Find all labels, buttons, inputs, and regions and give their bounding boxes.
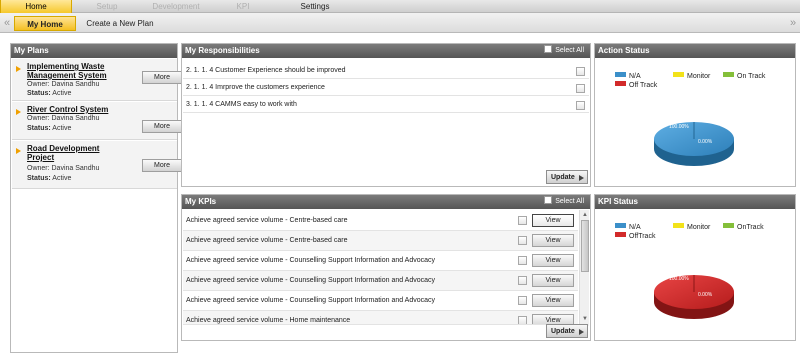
update-kpis-button[interactable]: Update <box>546 324 588 338</box>
more-button[interactable]: More <box>142 120 182 133</box>
select-all-checkbox[interactable] <box>544 45 553 53</box>
kpi-scrollbar[interactable]: ▲ ▼ <box>579 210 589 326</box>
kpi-text: Achieve agreed service volume - Centre-b… <box>186 217 348 224</box>
kpi-text: Achieve agreed service volume - Home mai… <box>186 317 351 324</box>
update-label: Update <box>551 328 575 335</box>
kpis-title: My KPIs Select All <box>182 195 590 209</box>
responsibility-checkbox[interactable] <box>576 101 585 110</box>
kpi-status-pie-chart: 100.00% 0.00% <box>654 275 734 319</box>
responsibility-row: 2. 1. 1. 4 Imrprove the customers experi… <box>183 80 589 96</box>
scroll-left-icon[interactable]: « <box>1 13 13 33</box>
kpi-row: Achieve agreed service volume - Home mai… <box>183 311 578 325</box>
pie-label-off-track: 100.00% <box>669 276 689 282</box>
view-button[interactable]: View <box>532 254 574 267</box>
plan-title-link[interactable]: River Control System <box>27 105 127 114</box>
update-responsibilities-button[interactable]: Update <box>546 170 588 184</box>
kpi-text: Achieve agreed service volume - Counsell… <box>186 297 436 304</box>
view-button[interactable]: View <box>532 274 574 287</box>
kpi-row: Achieve agreed service volume - Counsell… <box>183 251 578 271</box>
plan-owner: Owner: Davina Sandhu <box>27 115 100 122</box>
responsibilities-title: My Responsibilities Select All <box>182 44 590 58</box>
bullet-icon <box>16 148 21 154</box>
plan-item: Implementing Waste Management System Own… <box>12 59 182 101</box>
kpis-title-text: My KPIs <box>185 197 217 206</box>
top-navigation: Home Setup Development KPI Settings <box>0 0 800 13</box>
responsibility-row: 3. 1. 1. 4 CAMMS easy to work with <box>183 97 589 113</box>
plan-status: Status: Active <box>27 125 72 132</box>
plan-status: Status: Active <box>27 175 72 182</box>
select-all-checkbox[interactable] <box>544 196 553 204</box>
tab-setup[interactable]: Setup <box>84 0 130 13</box>
plan-owner: Owner: Davina Sandhu <box>27 81 100 88</box>
plan-item: Road Development Project Owner: Davina S… <box>12 141 182 189</box>
kpi-checkbox[interactable] <box>518 296 527 305</box>
kpi-row: Achieve agreed service volume - Centre-b… <box>183 211 578 231</box>
select-all-toggle[interactable]: Select All <box>544 44 584 58</box>
bullet-icon <box>16 109 21 115</box>
tab-settings[interactable]: Settings <box>292 0 338 13</box>
responsibilities-title-text: My Responsibilities <box>185 46 260 55</box>
view-button[interactable]: View <box>532 214 574 227</box>
view-button[interactable]: View <box>532 294 574 307</box>
kpi-status-title: KPI Status <box>595 195 795 209</box>
pie-label-off-track: 0.00% <box>698 139 713 145</box>
select-all-toggle[interactable]: Select All <box>544 195 584 209</box>
kpi-row: Achieve agreed service volume - Counsell… <box>183 271 578 291</box>
kpi-text: Achieve agreed service volume - Counsell… <box>186 257 436 264</box>
plan-owner: Owner: Davina Sandhu <box>27 165 100 172</box>
plan-status: Status: Active <box>27 90 72 97</box>
scroll-up-icon[interactable]: ▲ <box>581 211 589 219</box>
responsibility-checkbox[interactable] <box>576 67 585 76</box>
more-button[interactable]: More <box>142 159 182 172</box>
sub-navigation: « My Home Create a New Plan » <box>0 13 800 33</box>
plan-item: River Control System Owner: Davina Sandh… <box>12 102 182 140</box>
scrollbar-thumb[interactable] <box>581 220 589 272</box>
pie-label-na: 0.00% <box>698 292 713 298</box>
my-plans-panel: My Plans Implementing Waste Management S… <box>10 43 182 353</box>
pie-label-na: 100.00% <box>669 124 689 130</box>
responsibility-row: 2. 1. 1. 4 Customer Experience should be… <box>183 63 589 79</box>
view-button[interactable]: View <box>532 234 574 247</box>
tab-kpi[interactable]: KPI <box>228 0 258 13</box>
kpi-checkbox[interactable] <box>518 316 527 324</box>
scroll-down-icon[interactable]: ▼ <box>581 315 589 323</box>
action-status-panel: Action Status N/A Monitor On Track Off T… <box>594 43 796 187</box>
plan-title-link[interactable]: Implementing Waste Management System <box>27 62 127 80</box>
kpi-status-panel: KPI Status N/A Monitor OnTrack OffTrack … <box>594 194 796 341</box>
subtab-my-home[interactable]: My Home <box>14 16 76 31</box>
kpi-checkbox[interactable] <box>518 216 527 225</box>
play-arrow-icon <box>579 175 584 181</box>
kpi-text: Achieve agreed service volume - Counsell… <box>186 277 436 284</box>
kpi-checkbox[interactable] <box>518 236 527 245</box>
more-button[interactable]: More <box>142 71 182 84</box>
responsibility-checkbox[interactable] <box>576 84 585 93</box>
plan-title-link[interactable]: Road Development Project <box>27 144 117 162</box>
play-arrow-icon <box>579 329 584 335</box>
action-status-pie-chart: 100.00% 0.00% <box>654 122 734 166</box>
my-responsibilities-panel: My Responsibilities Select All 2. 1. 1. … <box>181 43 591 187</box>
tab-development[interactable]: Development <box>143 0 209 13</box>
action-status-title: Action Status <box>595 44 795 58</box>
responsibility-text: 2. 1. 1. 4 Imrprove the customers experi… <box>186 84 325 91</box>
kpi-row: Achieve agreed service volume - Centre-b… <box>183 231 578 251</box>
select-all-label: Select All <box>555 47 584 54</box>
responsibility-text: 2. 1. 1. 4 Customer Experience should be… <box>186 67 346 74</box>
select-all-label: Select All <box>555 198 584 205</box>
update-label: Update <box>551 174 575 181</box>
kpi-checkbox[interactable] <box>518 276 527 285</box>
kpi-row: Achieve agreed service volume - Counsell… <box>183 291 578 311</box>
kpi-text: Achieve agreed service volume - Centre-b… <box>186 237 348 244</box>
kpi-checkbox[interactable] <box>518 256 527 265</box>
my-plans-title: My Plans <box>11 44 177 58</box>
my-kpis-panel: My KPIs Select All Achieve agreed servic… <box>181 194 591 341</box>
bullet-icon <box>16 66 21 72</box>
responsibility-text: 3. 1. 1. 4 CAMMS easy to work with <box>186 101 297 108</box>
subtab-create-new-plan[interactable]: Create a New Plan <box>80 16 160 31</box>
tab-home[interactable]: Home <box>0 0 72 13</box>
scroll-right-icon[interactable]: » <box>787 13 799 33</box>
